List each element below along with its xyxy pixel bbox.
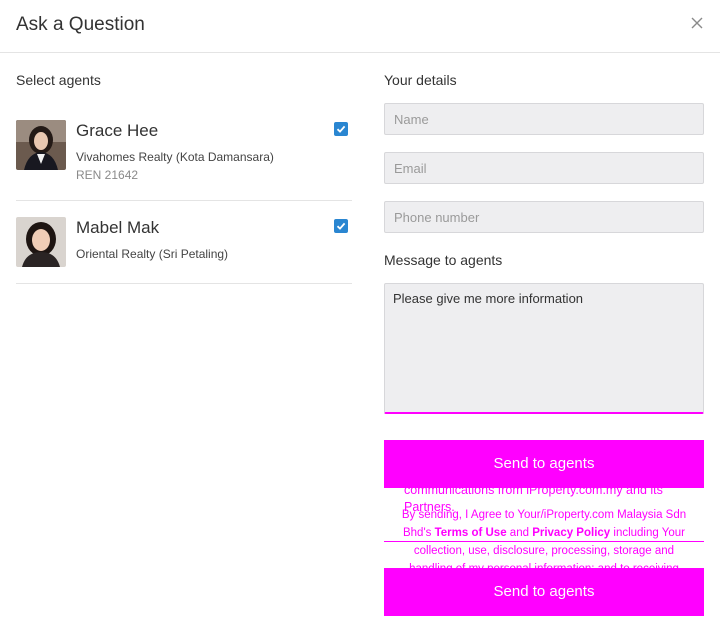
- agent-name: Mabel Mak: [76, 218, 160, 237]
- close-icon[interactable]: [688, 14, 706, 32]
- agent-item-mabel-mak[interactable]: Mabel Mak Oriental Realty (Sri Petaling): [16, 215, 352, 283]
- your-details-heading: Your details: [384, 72, 457, 88]
- email-field[interactable]: [384, 152, 704, 184]
- privacy-policy-link[interactable]: Privacy Policy: [532, 527, 610, 539]
- name-field[interactable]: [384, 103, 704, 135]
- send-to-agents-button[interactable]: Send to agents: [384, 440, 704, 488]
- check-icon: [336, 222, 346, 230]
- agent-item-grace-hee[interactable]: Grace Hee Vivahomes Realty (Kota Damansa…: [16, 118, 352, 200]
- legal-and: and: [506, 527, 533, 539]
- select-agents-heading: Select agents: [16, 72, 101, 88]
- agent-ren: REN 21642: [76, 168, 139, 182]
- dialog-header: Ask a Question: [0, 0, 720, 53]
- agent-agency: Oriental Realty (Sri Petaling): [76, 247, 229, 261]
- divider: [16, 283, 352, 284]
- terms-of-use-link[interactable]: Terms of Use: [435, 527, 507, 539]
- agent-select-checkbox[interactable]: [334, 219, 348, 233]
- agent-select-checkbox[interactable]: [334, 122, 348, 136]
- divider: [384, 541, 704, 542]
- dialog-title: Ask a Question: [16, 14, 145, 35]
- phone-field[interactable]: [384, 201, 704, 233]
- agent-name: Grace Hee: [76, 121, 159, 140]
- agent-avatar: [16, 120, 66, 170]
- agent-avatar: [16, 217, 66, 267]
- legal-disclaimer: By sending, I Agree to Your/iProperty.co…: [392, 506, 696, 568]
- check-icon: [336, 125, 346, 133]
- agent-agency: Vivahomes Realty (Kota Damansara): [76, 150, 274, 164]
- divider: [16, 200, 352, 201]
- send-to-agents-button-bottom[interactable]: Send to agents: [384, 568, 704, 616]
- message-label: Message to agents: [384, 252, 503, 268]
- message-textarea[interactable]: [384, 283, 704, 414]
